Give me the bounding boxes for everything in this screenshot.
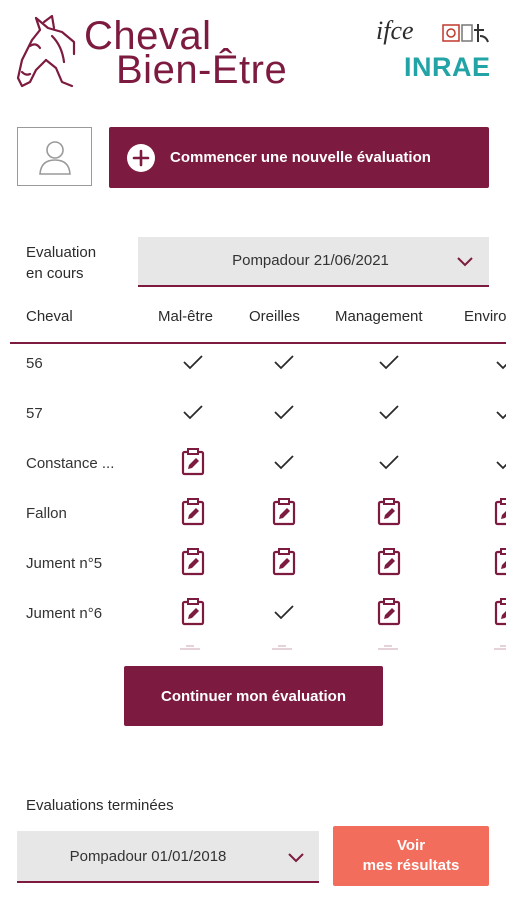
status-complete-cell	[270, 347, 298, 377]
status-complete-cell	[270, 597, 298, 627]
check-icon	[274, 605, 294, 620]
horse-name: Jument n°6	[26, 605, 103, 622]
table-row[interactable]: Constance ...	[0, 445, 506, 485]
status-complete-cell	[375, 397, 403, 427]
horse-name: Constance ...	[26, 455, 115, 472]
clipboard-edit-icon	[181, 448, 205, 476]
user-icon	[38, 140, 71, 175]
status-todo-cell[interactable]	[270, 547, 298, 577]
horse-head-logo	[16, 14, 76, 88]
status-todo-cell[interactable]	[179, 447, 207, 477]
check-icon	[496, 461, 506, 470]
view-results-button[interactable]: Voir mes résultats	[333, 826, 489, 886]
check-icon	[379, 405, 399, 420]
in-progress-label-line2: en cours	[26, 265, 84, 282]
check-icon	[274, 455, 294, 470]
status-todo-cell[interactable]	[375, 497, 403, 527]
status-complete-cell	[375, 347, 403, 377]
status-complete-cell	[375, 447, 403, 477]
status-todo-cell[interactable]	[179, 497, 207, 527]
brand-line-2: Bien-Être	[116, 48, 288, 92]
finished-evaluations-label: Evaluations terminées	[26, 797, 174, 814]
status-todo-cell[interactable]	[179, 547, 207, 577]
profile-button[interactable]	[17, 127, 92, 186]
in-progress-select-value: Pompadour 21/06/2021	[232, 252, 389, 269]
column-header-oreilles: Oreilles	[249, 308, 300, 325]
status-todo-cell[interactable]	[375, 547, 403, 577]
status-complete-cell	[492, 347, 506, 377]
in-progress-label-line1: Evaluation	[26, 244, 97, 261]
table-row[interactable]: Jument n°5	[0, 545, 506, 585]
ifce-badges-icon	[442, 24, 489, 43]
start-evaluation-button[interactable]: Commencer une nouvelle évaluation	[109, 127, 489, 188]
column-header-cheval: Cheval	[26, 308, 73, 325]
clipboard-edit-icon	[494, 598, 506, 626]
clipboard-edit-icon	[494, 498, 506, 526]
clipboard-edit-icon	[181, 598, 205, 626]
status-todo-cell[interactable]	[492, 597, 506, 627]
plus-circle-icon	[127, 143, 155, 172]
check-icon	[496, 411, 506, 420]
table-row[interactable]: 57	[0, 395, 506, 435]
column-header-mal-etre: Mal-être	[158, 308, 214, 325]
status-todo-cell[interactable]	[179, 597, 207, 627]
status-complete-cell	[179, 347, 207, 377]
finished-select[interactable]: Pompadour 01/01/2018	[17, 831, 319, 883]
clipboard-edit-icon	[272, 498, 296, 526]
table-row[interactable]: Fallon	[0, 495, 506, 535]
status-complete-cell	[270, 447, 298, 477]
table-row[interactable]: Jument n°6	[0, 595, 506, 635]
ifce-logo: ifce	[376, 16, 414, 46]
clipboard-edit-icon	[181, 498, 205, 526]
check-icon	[379, 355, 399, 370]
column-header-management: Management	[335, 308, 423, 325]
clipboard-edit-icon	[494, 548, 506, 576]
status-todo-cell[interactable]	[492, 547, 506, 577]
status-complete-cell	[492, 397, 506, 427]
view-results-line2: mes résultats	[362, 857, 460, 874]
table-row[interactable]: 56	[0, 345, 506, 385]
status-todo-cell[interactable]	[270, 497, 298, 527]
status-complete-cell	[270, 397, 298, 427]
check-icon	[183, 355, 203, 370]
inrae-logo: INRAE	[404, 52, 491, 82]
column-header-environnement: Enviro	[464, 308, 506, 325]
horse-name: Fallon	[26, 505, 67, 522]
evaluation-table: Cheval Mal-être Oreilles Management Envi…	[0, 300, 506, 660]
in-progress-select[interactable]: Pompadour 21/06/2021	[138, 237, 489, 287]
status-todo-cell[interactable]	[375, 597, 403, 627]
status-complete-cell	[492, 447, 506, 477]
check-icon	[274, 405, 294, 420]
continue-evaluation-button[interactable]: Continuer mon évaluation	[124, 666, 383, 726]
clipboard-edit-icon	[377, 598, 401, 626]
ifce-logo-text: ifce	[376, 16, 414, 45]
horse-name: Jument n°5	[26, 555, 103, 572]
chevron-down-icon	[457, 257, 473, 267]
clipboard-edit-icon	[377, 548, 401, 576]
start-evaluation-label: Commencer une nouvelle évaluation	[170, 149, 431, 166]
check-icon	[274, 355, 294, 370]
chevron-down-icon	[288, 853, 304, 863]
view-results-line1: Voir	[396, 837, 426, 854]
status-complete-cell	[179, 397, 207, 427]
status-todo-cell[interactable]	[492, 497, 506, 527]
clipboard-edit-icon	[181, 548, 205, 576]
check-icon	[183, 405, 203, 420]
clipboard-edit-icon	[272, 548, 296, 576]
in-progress-label: Evaluation en cours	[26, 242, 96, 284]
check-icon	[379, 455, 399, 470]
finished-select-value: Pompadour 01/01/2018	[69, 848, 227, 865]
faded-next-row	[180, 645, 506, 650]
check-icon	[496, 361, 506, 370]
header-divider	[10, 342, 506, 344]
horse-name: 56	[26, 355, 43, 372]
horse-name: 57	[26, 405, 43, 422]
clipboard-edit-icon	[377, 498, 401, 526]
